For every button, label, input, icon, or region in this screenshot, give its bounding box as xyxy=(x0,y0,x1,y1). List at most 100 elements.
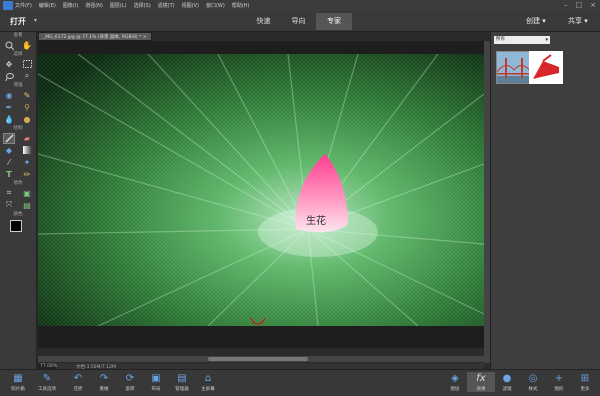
more-button[interactable]: ⊞ 更多 xyxy=(571,372,599,392)
sponge-icon[interactable]: ● xyxy=(21,114,33,125)
rotate-button[interactable]: ⟳ 旋转 xyxy=(116,372,144,392)
filters-icon: ● xyxy=(502,373,512,384)
horizontal-scrollbar[interactable] xyxy=(38,356,484,362)
tab-expert[interactable]: 专家 xyxy=(316,13,352,30)
panel-dropdown[interactable]: 所有 ▾ xyxy=(494,36,550,44)
filters-label: 滤镜 xyxy=(502,387,512,392)
menu-file[interactable]: 文件(F) xyxy=(15,2,32,9)
menu-edit[interactable]: 编辑(E) xyxy=(39,2,56,9)
hand-icon[interactable]: ✋ xyxy=(21,40,33,51)
document-tab[interactable]: _MG_6172.jpg @ 77.1% (背景 副本, RGB/8) * × xyxy=(38,32,152,41)
menu-enhance[interactable]: 增强(N) xyxy=(85,2,103,9)
create-button[interactable]: 创建 ▾ xyxy=(526,16,546,26)
minimize-icon[interactable]: – xyxy=(564,1,568,9)
panel-dropdown-label: 所有 xyxy=(496,37,505,42)
layout-label: 布局 xyxy=(151,387,161,392)
tool-section-enhance: 增强 xyxy=(13,83,23,88)
zoom-icon[interactable] xyxy=(3,40,15,51)
tool-options-button[interactable]: ✎ 工具选项 xyxy=(33,372,61,392)
menu-help[interactable]: 帮助(H) xyxy=(232,2,250,9)
tool-section-color: 颜色 xyxy=(13,212,23,217)
fx-icon: fx xyxy=(476,373,486,384)
graphics-button[interactable]: + 图形 xyxy=(545,372,573,392)
undo-icon: ↶ xyxy=(73,373,83,384)
foreground-color[interactable] xyxy=(10,220,22,232)
clone-stamp-icon[interactable]: ⚲ xyxy=(21,102,33,113)
home-label: 主屏幕 xyxy=(201,387,215,392)
gradient-icon[interactable] xyxy=(21,145,33,156)
canvas-area[interactable]: 生花 xyxy=(38,41,484,348)
styles-button[interactable]: ◎ 样式 xyxy=(519,372,547,392)
spot-heal-icon[interactable]: ✎ xyxy=(21,90,33,101)
eyedropper-icon[interactable]: ⁄ xyxy=(3,157,15,168)
photo-bin-icon: ▦ xyxy=(13,373,23,384)
close-icon[interactable]: × xyxy=(590,1,596,9)
home-button[interactable]: ⌂ 主屏幕 xyxy=(194,372,222,392)
marquee-icon[interactable] xyxy=(21,59,33,70)
recompose-icon[interactable]: ▣ xyxy=(21,188,33,199)
photo-bin-panel: 所有 ▾ xyxy=(490,32,600,369)
type-icon[interactable]: T xyxy=(3,169,15,180)
custom-shape-icon[interactable]: ✦ xyxy=(21,157,33,168)
organizer-button[interactable]: ▤ 管理器 xyxy=(168,372,196,392)
scroll-thumb[interactable] xyxy=(208,357,308,361)
effects-button[interactable]: fx 效果 xyxy=(467,372,495,392)
tab-guided[interactable]: 导向 xyxy=(281,13,316,30)
thumbnail-golden-gate[interactable] xyxy=(496,51,530,84)
brush-icon[interactable] xyxy=(3,132,15,144)
rotate-icon: ⟳ xyxy=(125,373,135,384)
lasso-icon[interactable] xyxy=(3,71,15,82)
straighten-icon[interactable]: ▤ xyxy=(21,200,33,211)
more-icon: ⊞ xyxy=(580,373,590,384)
redo-label: 重做 xyxy=(99,387,109,392)
pencil-icon[interactable]: ✏ xyxy=(21,169,33,180)
color-swatches[interactable] xyxy=(0,218,36,242)
open-button[interactable]: 打开 xyxy=(10,16,26,27)
smart-brush-icon[interactable]: ✒ xyxy=(3,102,15,113)
top-toolbar: 打开 ▾ 快速 导向 专家 创建 ▾ 共享 ▾ xyxy=(0,11,600,32)
effects-label: 效果 xyxy=(476,387,486,392)
app-logo xyxy=(3,1,13,10)
share-label: 共享 xyxy=(568,17,582,25)
paint-bucket-icon[interactable]: ◆ xyxy=(3,145,15,156)
thumbnail-red-bridge[interactable] xyxy=(529,51,563,84)
organizer-icon: ▤ xyxy=(177,373,187,384)
styles-icon: ◎ xyxy=(528,373,538,384)
move-icon[interactable]: ✥ xyxy=(3,59,15,70)
maximize-icon[interactable]: □ xyxy=(576,1,583,9)
petal-calligraphy: 生花 xyxy=(306,214,326,227)
tool-section-select: 选择 xyxy=(13,52,23,57)
menu-filter[interactable]: 滤镜(T) xyxy=(158,2,175,9)
redo-button[interactable]: ↷ 重做 xyxy=(90,372,118,392)
organizer-label: 管理器 xyxy=(175,387,189,392)
menu-select[interactable]: 选择(S) xyxy=(134,2,151,9)
tab-quick[interactable]: 快速 xyxy=(246,13,281,30)
photo-bin-button[interactable]: ▦ 照片箱 xyxy=(4,372,32,392)
quick-select-icon[interactable]: ⌕ xyxy=(21,71,33,82)
layout-button[interactable]: ▣ 布局 xyxy=(142,372,170,392)
layers-label: 图层 xyxy=(450,387,460,392)
redo-icon: ↷ xyxy=(99,373,109,384)
tools-panel: 查看 ✋ 选择 ✥ ⌕ 增强 ◉ ✎ ✒ ⚲ 💧 ● 绘制 ▰ ◆ ⁄ ✦ T … xyxy=(0,32,37,369)
menu-layer[interactable]: 图层(L) xyxy=(110,2,127,9)
chevron-down-icon[interactable]: ▾ xyxy=(34,17,37,24)
bottom-bar: ▦ 照片箱 ✎ 工具选项 ↶ 还原 ↷ 重做 ⟳ 旋转 ▣ 布局 ▤ 管理器 ⌂ 主屏幕 ◈ 图层… xyxy=(0,369,600,396)
menu-image[interactable]: 图像(I) xyxy=(63,2,78,9)
crop-icon[interactable]: ⌗ xyxy=(3,188,15,199)
filters-button[interactable]: ● 滤镜 xyxy=(493,372,521,392)
eye-icon[interactable]: ◉ xyxy=(3,90,15,101)
document-tab-title: _MG_6172.jpg @ 77.1% (背景 副本, RGB/8) * × xyxy=(43,35,147,40)
menu-window[interactable]: 窗口(W) xyxy=(206,2,225,9)
menu-view[interactable]: 视图(V) xyxy=(182,2,199,9)
content-move-icon[interactable]: ⤧ xyxy=(3,200,15,211)
blur-icon[interactable]: 💧 xyxy=(3,114,15,125)
more-label: 更多 xyxy=(580,387,590,392)
layers-button[interactable]: ◈ 图层 xyxy=(441,372,469,392)
plus-icon: + xyxy=(554,373,564,384)
share-button[interactable]: 共享 ▾ xyxy=(568,16,588,26)
undo-label: 还原 xyxy=(73,387,83,392)
undo-button[interactable]: ↶ 还原 xyxy=(64,372,92,392)
photo-bin-label: 照片箱 xyxy=(11,387,25,392)
eraser-icon[interactable]: ▰ xyxy=(21,133,33,144)
home-icon: ⌂ xyxy=(204,373,212,384)
